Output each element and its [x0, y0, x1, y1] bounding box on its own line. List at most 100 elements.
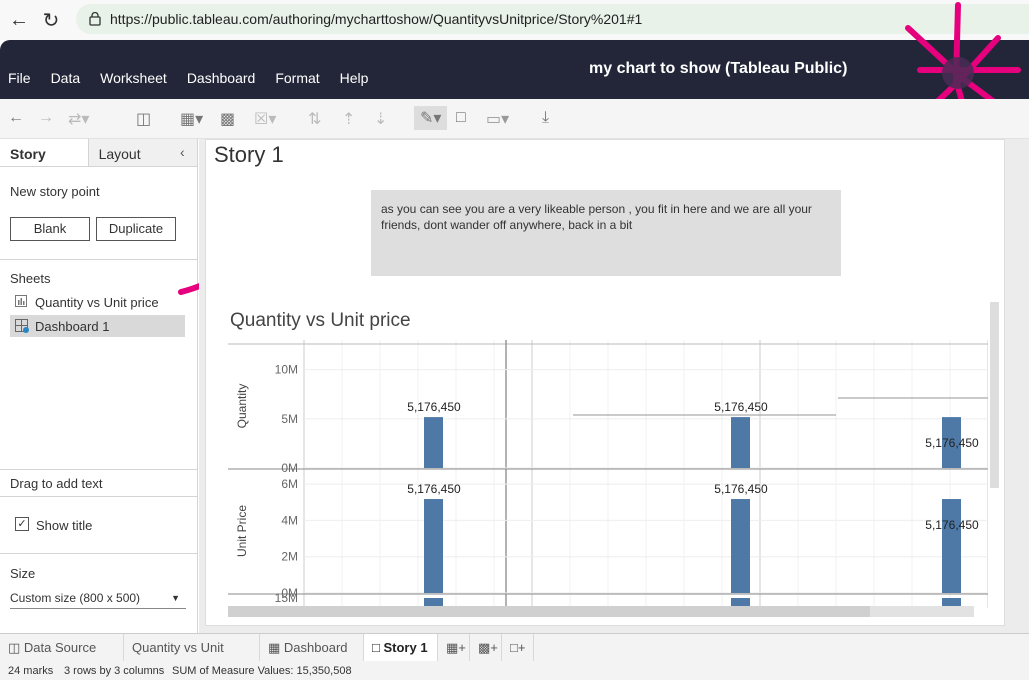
- dashboard-icon: ▦: [268, 640, 281, 655]
- drag-to-add-text[interactable]: Drag to add text: [10, 476, 103, 491]
- menu-bar: File Data Worksheet Dashboard Format Hel…: [0, 70, 380, 86]
- y-tick-label: 15M: [275, 591, 298, 605]
- story-title[interactable]: Story 1: [214, 142, 284, 168]
- bar[interactable]: [731, 499, 750, 593]
- address-bar[interactable]: https://public.tableau.com/authoring/myc…: [76, 4, 1029, 34]
- data-label: 5,176,450: [714, 482, 768, 496]
- menu-help[interactable]: Help: [340, 70, 369, 86]
- story-icon: □: [372, 640, 380, 655]
- new-worksheet-icon[interactable]: ▦▾: [180, 109, 203, 129]
- menu-dashboard[interactable]: Dashboard: [187, 70, 256, 86]
- status-grid: 3 rows by 3 columns: [64, 665, 165, 677]
- dashboard-icon: [15, 319, 31, 333]
- site-info-icon[interactable]: [88, 12, 102, 26]
- divider: [0, 259, 198, 260]
- menu-worksheet[interactable]: Worksheet: [100, 70, 167, 86]
- worksheet-icon: [15, 295, 31, 309]
- highlight-icon[interactable]: ✎▾: [414, 106, 448, 130]
- size-dropdown[interactable]: Custom size (800 x 500) ▼: [10, 587, 186, 609]
- tab-story-1[interactable]: □ Story 1: [364, 634, 438, 662]
- sheet-item-dashboard-1[interactable]: Dashboard 1: [10, 315, 185, 337]
- app-header: File Data Worksheet Dashboard Format Hel…: [0, 40, 1029, 99]
- sort-desc-icon[interactable]: ⇣: [374, 109, 387, 129]
- tab-story[interactable]: Story: [0, 139, 88, 166]
- show-title-checkbox[interactable]: ✓: [15, 517, 29, 531]
- chart-title: Quantity vs Unit price: [230, 310, 411, 331]
- y-tick-label: 5M: [281, 412, 298, 426]
- horizontal-scrollbar-thumb[interactable]: [228, 606, 870, 617]
- bar[interactable]: [424, 417, 443, 468]
- divider: [0, 553, 198, 554]
- tab-data-source[interactable]: ◫ Data Source: [0, 634, 124, 662]
- status-sum: SUM of Measure Values: 15,350,508: [172, 665, 352, 677]
- redo-icon[interactable]: →: [38, 109, 54, 127]
- sheet-item-quantity-vs-unit-price[interactable]: Quantity vs Unit price: [10, 291, 185, 313]
- clear-sheet-icon[interactable]: ☒▾: [254, 109, 276, 129]
- database-icon: ◫: [8, 640, 21, 655]
- menu-file[interactable]: File: [8, 70, 31, 86]
- bar[interactable]: [731, 417, 750, 468]
- y-axis-label: Unit Price: [235, 505, 249, 557]
- annotate-icon[interactable]: □: [456, 109, 466, 127]
- y-tick-label: 4M: [281, 513, 298, 527]
- sheet-label: Dashboard 1: [35, 318, 110, 334]
- back-icon[interactable]: ←: [6, 7, 32, 33]
- story-text-box[interactable]: as you can see you are a very likeable p…: [371, 190, 841, 276]
- undo-icon[interactable]: ←: [8, 109, 24, 127]
- story-sheet: Story 1 as you can see you are a very li…: [205, 139, 1005, 626]
- tab-dashboard-1[interactable]: ▦ Dashboard 1: [260, 634, 364, 680]
- sheet-tabs: ◫ Data Source Quantity vs Unit price ▦ D…: [0, 633, 1029, 680]
- size-label: Size: [10, 566, 36, 581]
- replay-icon[interactable]: ⇄▾: [68, 109, 89, 129]
- bar[interactable]: [942, 499, 961, 593]
- sheets-label: Sheets: [10, 271, 51, 286]
- duplicate-button[interactable]: Duplicate: [96, 217, 176, 241]
- url-text: https://public.tableau.com/authoring/myc…: [110, 11, 643, 27]
- swap-icon[interactable]: ⇅: [308, 109, 321, 129]
- new-story-button[interactable]: □+: [502, 634, 534, 662]
- y-tick-label: 6M: [281, 477, 298, 491]
- duplicate-sheet-icon[interactable]: ▩: [220, 109, 235, 129]
- new-worksheet-icon: ▦+: [446, 640, 466, 655]
- toolbar: ← → ⇄▾ ◫ ▦▾ ▩ ☒▾ ⇅ ⇡ ⇣ ✎▾ □ ▭▾ ⤓: [0, 99, 1029, 139]
- data-label: 5,176,450: [407, 400, 461, 414]
- sheet-label: Quantity vs Unit price: [35, 294, 159, 310]
- blank-button[interactable]: Blank: [10, 217, 90, 241]
- app-title: my chart to show (Tableau Public): [589, 60, 848, 77]
- status-bar: 24 marks 3 rows by 3 columns SUM of Meas…: [0, 661, 1029, 680]
- y-tick-label: 2M: [281, 550, 298, 564]
- y-tick-label: 0M: [281, 461, 298, 475]
- collapse-icon[interactable]: ‹: [180, 144, 185, 160]
- tab-label: Data Source: [23, 640, 97, 655]
- data-label: 5,176,450: [925, 436, 979, 450]
- story-canvas: Story 1 as you can see you are a very li…: [199, 139, 1029, 633]
- bar[interactable]: [424, 499, 443, 593]
- new-story-icon: □+: [510, 640, 526, 655]
- tab-label: Story 1: [383, 640, 428, 655]
- vertical-scrollbar[interactable]: [990, 302, 999, 488]
- menu-format[interactable]: Format: [275, 70, 319, 86]
- new-worksheet-button[interactable]: ▦+: [438, 634, 470, 662]
- fit-icon[interactable]: ▭▾: [486, 109, 509, 129]
- sort-asc-icon[interactable]: ⇡: [342, 109, 355, 129]
- browser-bar: ← ↻ https://public.tableau.com/authoring…: [0, 0, 1029, 40]
- data-label: 5,176,450: [714, 400, 768, 414]
- new-dashboard-icon: ▩+: [478, 640, 498, 655]
- bar-chart[interactable]: 10M 5M 0M Quantity 5,176,450 5,176,450 5,176,4…: [228, 340, 988, 608]
- y-tick-label: 10M: [275, 363, 298, 377]
- download-icon[interactable]: ⤓: [542, 109, 549, 127]
- status-marks: 24 marks: [8, 665, 54, 677]
- tab-quantity-vs-unit-price[interactable]: Quantity vs Unit price: [124, 634, 260, 680]
- divider: [0, 496, 198, 497]
- data-label: 5,176,450: [407, 482, 461, 496]
- y-axis-label: Quantity: [235, 384, 249, 429]
- new-story-point-label: New story point: [10, 184, 100, 199]
- new-dashboard-button[interactable]: ▩+: [470, 634, 502, 662]
- divider: [0, 469, 198, 470]
- new-datasource-icon[interactable]: ◫: [136, 109, 151, 129]
- menu-data[interactable]: Data: [51, 70, 81, 86]
- reload-icon[interactable]: ↻: [38, 7, 64, 33]
- data-label: 5,176,450: [925, 518, 979, 532]
- story-pane: Story Layout ‹ New story point Blank Dup…: [0, 139, 198, 633]
- size-value: Custom size (800 x 500): [10, 591, 141, 605]
